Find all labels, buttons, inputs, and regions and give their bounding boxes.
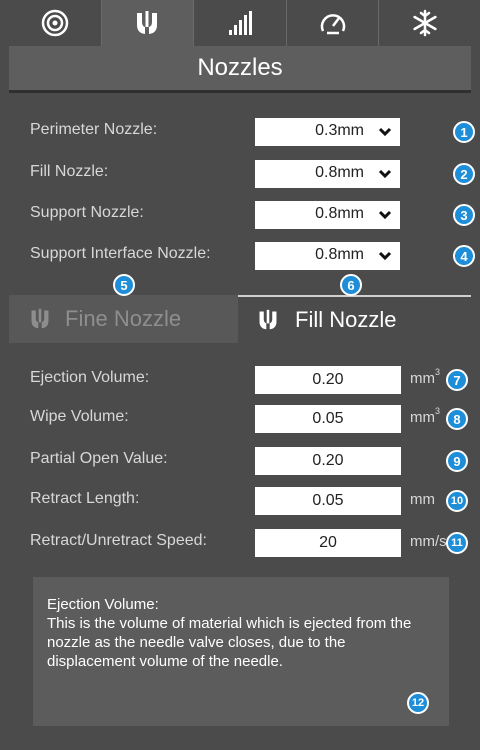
ejection-volume-unit: mm3 bbox=[410, 367, 441, 387]
callout-badge: 7 bbox=[446, 369, 468, 391]
partial-open-value-input[interactable]: 0.20 bbox=[255, 447, 401, 475]
chevron-down-icon bbox=[378, 210, 392, 220]
ejection-volume-input[interactable]: 0.20 bbox=[255, 366, 401, 394]
partial-open-value-row: Partial Open Value: 0.20 bbox=[9, 447, 471, 475]
help-body: This is the volume of material which is … bbox=[47, 615, 412, 670]
fill-nozzle-row: Fill Nozzle: 0.8mm bbox=[9, 160, 471, 188]
chevron-down-icon bbox=[378, 169, 392, 179]
help-description-box: Ejection Volume: This is the volume of m… bbox=[33, 577, 449, 726]
tab-nozzles[interactable] bbox=[101, 0, 195, 46]
tab-infill[interactable] bbox=[194, 0, 287, 46]
nozzle-icon bbox=[137, 11, 158, 34]
wipe-volume-label: Wipe Volume: bbox=[30, 408, 129, 425]
fine-nozzle-label: Fine Nozzle bbox=[65, 306, 182, 331]
category-tab-bar bbox=[9, 0, 471, 46]
wipe-volume-unit: mm3 bbox=[410, 406, 441, 426]
fill-nozzle-label: Fill Nozzle: bbox=[30, 163, 109, 180]
nozzle-icon bbox=[31, 308, 49, 329]
nozzle-icon bbox=[259, 309, 277, 330]
fill-nozzle-tab-label: Fill Nozzle bbox=[295, 307, 397, 332]
help-title: Ejection Volume: bbox=[47, 596, 159, 613]
callout-badge: 10 bbox=[446, 490, 468, 512]
spiral-icon bbox=[41, 9, 69, 37]
callout-badge: 5 bbox=[113, 274, 135, 296]
perimeter-nozzle-value: 0.3mm bbox=[315, 122, 364, 139]
infill-bars-icon bbox=[228, 11, 252, 35]
retract-speed-unit: mm/s bbox=[410, 533, 447, 550]
retract-length-label: Retract Length: bbox=[30, 490, 140, 507]
support-nozzle-select[interactable]: 0.8mm bbox=[255, 201, 400, 229]
nozzle-type-tabs: Fine Nozzle Fill Nozzle bbox=[9, 295, 471, 343]
callout-badge: 3 bbox=[453, 204, 475, 226]
support-interface-nozzle-select[interactable]: 0.8mm bbox=[255, 242, 400, 270]
retract-speed-row: Retract/Unretract Speed: 20 mm/s bbox=[9, 529, 471, 557]
retract-length-row: Retract Length: 0.05 mm bbox=[9, 487, 471, 515]
wipe-volume-input[interactable]: 0.05 bbox=[255, 405, 401, 433]
retract-speed-input[interactable]: 20 bbox=[255, 529, 401, 557]
snowflake-icon bbox=[413, 9, 437, 37]
callout-badge: 8 bbox=[446, 408, 468, 430]
support-interface-nozzle-value: 0.8mm bbox=[315, 246, 364, 263]
speedometer-icon bbox=[320, 14, 345, 35]
callout-badge: 1 bbox=[453, 121, 475, 143]
callout-badge: 6 bbox=[340, 274, 362, 296]
fill-nozzle-select[interactable]: 0.8mm bbox=[255, 160, 400, 188]
perimeter-nozzle-select[interactable]: 0.3mm bbox=[255, 118, 400, 146]
retract-speed-label: Retract/Unretract Speed: bbox=[30, 532, 207, 549]
chevron-down-icon bbox=[378, 127, 392, 137]
ejection-volume-row: Ejection Volume: 0.20 mm3 bbox=[9, 366, 471, 394]
tab-fill-nozzle[interactable]: Fill Nozzle bbox=[238, 295, 471, 343]
perimeter-nozzle-label: Perimeter Nozzle: bbox=[30, 121, 158, 138]
perimeter-nozzle-row: Perimeter Nozzle: 0.3mm bbox=[9, 118, 471, 146]
tab-spiral[interactable] bbox=[9, 0, 102, 46]
tab-fine-nozzle[interactable]: Fine Nozzle bbox=[9, 295, 238, 343]
fill-nozzle-value: 0.8mm bbox=[315, 164, 364, 181]
support-nozzle-row: Support Nozzle: 0.8mm bbox=[9, 201, 471, 229]
support-nozzle-label: Support Nozzle: bbox=[30, 204, 144, 221]
support-interface-nozzle-row: Support Interface Nozzle: 0.8mm bbox=[9, 242, 471, 270]
tab-speed[interactable] bbox=[286, 0, 380, 46]
partial-open-value-label: Partial Open Value: bbox=[30, 450, 168, 467]
section-title: Nozzles bbox=[9, 46, 471, 93]
retract-length-input[interactable]: 0.05 bbox=[255, 487, 401, 515]
callout-badge: 4 bbox=[453, 245, 475, 267]
retract-length-unit: mm bbox=[410, 491, 435, 508]
wipe-volume-row: Wipe Volume: 0.05 mm3 bbox=[9, 405, 471, 433]
support-interface-nozzle-label: Support Interface Nozzle: bbox=[30, 245, 211, 262]
support-nozzle-value: 0.8mm bbox=[315, 205, 364, 222]
tab-cooling[interactable] bbox=[379, 0, 471, 46]
settings-panel: Nozzles Perimeter Nozzle: 0.3mm Fill Noz… bbox=[9, 0, 475, 750]
callout-badge: 2 bbox=[453, 163, 475, 185]
chevron-down-icon bbox=[378, 251, 392, 261]
callout-badge: 9 bbox=[446, 450, 468, 472]
callout-badge: 12 bbox=[407, 692, 429, 714]
callout-badge: 11 bbox=[446, 532, 468, 554]
ejection-volume-label: Ejection Volume: bbox=[30, 369, 150, 386]
